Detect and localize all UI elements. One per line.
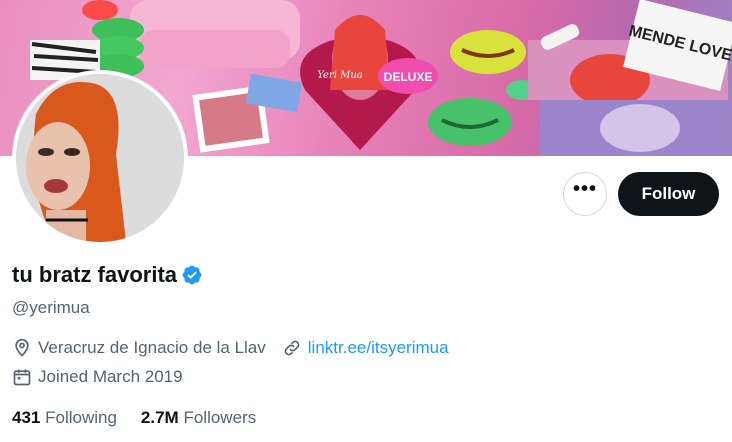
calendar-icon bbox=[12, 367, 32, 387]
follow-button[interactable]: Follow bbox=[618, 172, 719, 216]
svg-text:DELUXE: DELUXE bbox=[384, 70, 433, 84]
following-link[interactable]: 431 Following bbox=[12, 408, 117, 428]
profile-meta: Veracruz de Ignacio de la Llav linktr.ee… bbox=[12, 338, 465, 358]
following-label: Following bbox=[45, 408, 117, 427]
svg-text:Yeri Mua: Yeri Mua bbox=[317, 70, 362, 81]
followers-label: Followers bbox=[183, 408, 257, 427]
more-options-button[interactable]: ••• bbox=[563, 172, 607, 216]
user-handle: @yerimua bbox=[12, 298, 90, 317]
avatar-image bbox=[16, 74, 184, 242]
joined-text: Joined March 2019 bbox=[38, 367, 183, 386]
website-item: linktr.ee/itsyerimua bbox=[282, 338, 449, 358]
avatar[interactable] bbox=[12, 70, 188, 246]
verified-badge-icon[interactable] bbox=[181, 264, 203, 286]
link-icon bbox=[282, 338, 302, 358]
location-item: Veracruz de Ignacio de la Llav bbox=[12, 338, 266, 358]
joined-item: Joined March 2019 bbox=[12, 367, 183, 387]
location-pin-icon bbox=[12, 338, 32, 358]
followers-count: 2.7M bbox=[140, 408, 179, 427]
follow-stats: 431 Following 2.7M Followers bbox=[12, 408, 280, 428]
following-count: 431 bbox=[12, 408, 41, 427]
location-text: Veracruz de Ignacio de la Llav bbox=[38, 338, 266, 357]
website-link[interactable]: linktr.ee/itsyerimua bbox=[308, 338, 449, 358]
display-name: tu bratz favorita bbox=[12, 262, 178, 287]
display-name-row: tu bratz favorita bbox=[12, 262, 203, 288]
followers-link[interactable]: 2.7M Followers bbox=[141, 408, 256, 428]
avatar-portrait bbox=[16, 74, 184, 242]
more-icon: ••• bbox=[572, 178, 597, 200]
